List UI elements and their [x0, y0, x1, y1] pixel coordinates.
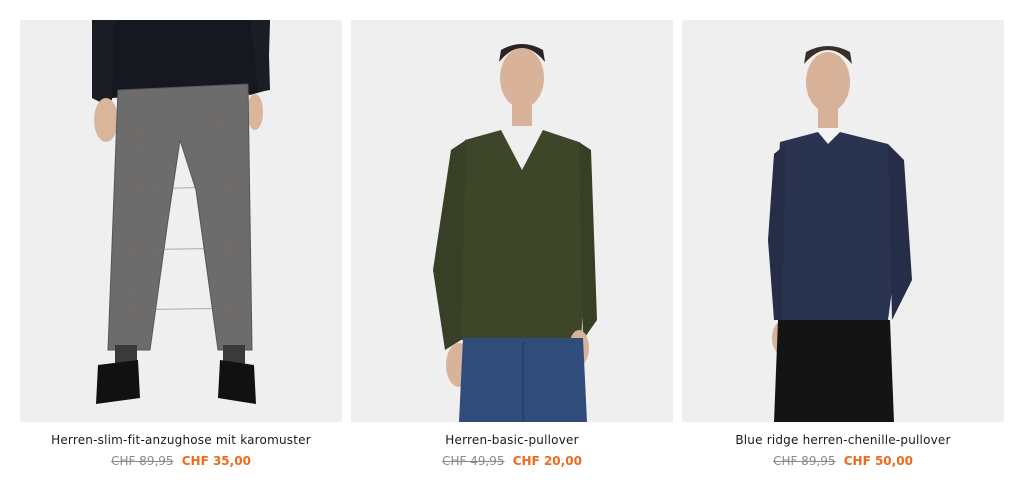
original-price: CHF 89,95 — [773, 454, 836, 468]
sale-price: CHF 20,00 — [512, 454, 582, 468]
product-grid: Herren-slim-fit-anzughose mit karomuster… — [0, 0, 1024, 484]
product-image[interactable] — [682, 20, 1004, 422]
product-image[interactable] — [351, 20, 673, 422]
product-prices: CHF 49,95 CHF 20,00 — [351, 453, 673, 469]
product-card[interactable]: Herren-basic-pullover CHF 49,95 CHF 20,0… — [351, 20, 673, 469]
sale-price: CHF 50,00 — [843, 454, 913, 468]
original-price: CHF 89,95 — [111, 454, 174, 468]
product-card[interactable]: Blue ridge herren-chenille-pullover CHF … — [682, 20, 1004, 469]
original-price: CHF 49,95 — [442, 454, 505, 468]
product-prices: CHF 89,95 CHF 50,00 — [682, 453, 1004, 469]
product-prices: CHF 89,95 CHF 35,00 — [20, 453, 342, 469]
product-title[interactable]: Blue ridge herren-chenille-pullover — [682, 432, 1004, 448]
product-title[interactable]: Herren-basic-pullover — [351, 432, 673, 448]
product-card[interactable]: Herren-slim-fit-anzughose mit karomuster… — [20, 20, 342, 469]
product-image[interactable] — [20, 20, 342, 422]
sale-price: CHF 35,00 — [181, 454, 251, 468]
product-title[interactable]: Herren-slim-fit-anzughose mit karomuster — [20, 432, 342, 448]
